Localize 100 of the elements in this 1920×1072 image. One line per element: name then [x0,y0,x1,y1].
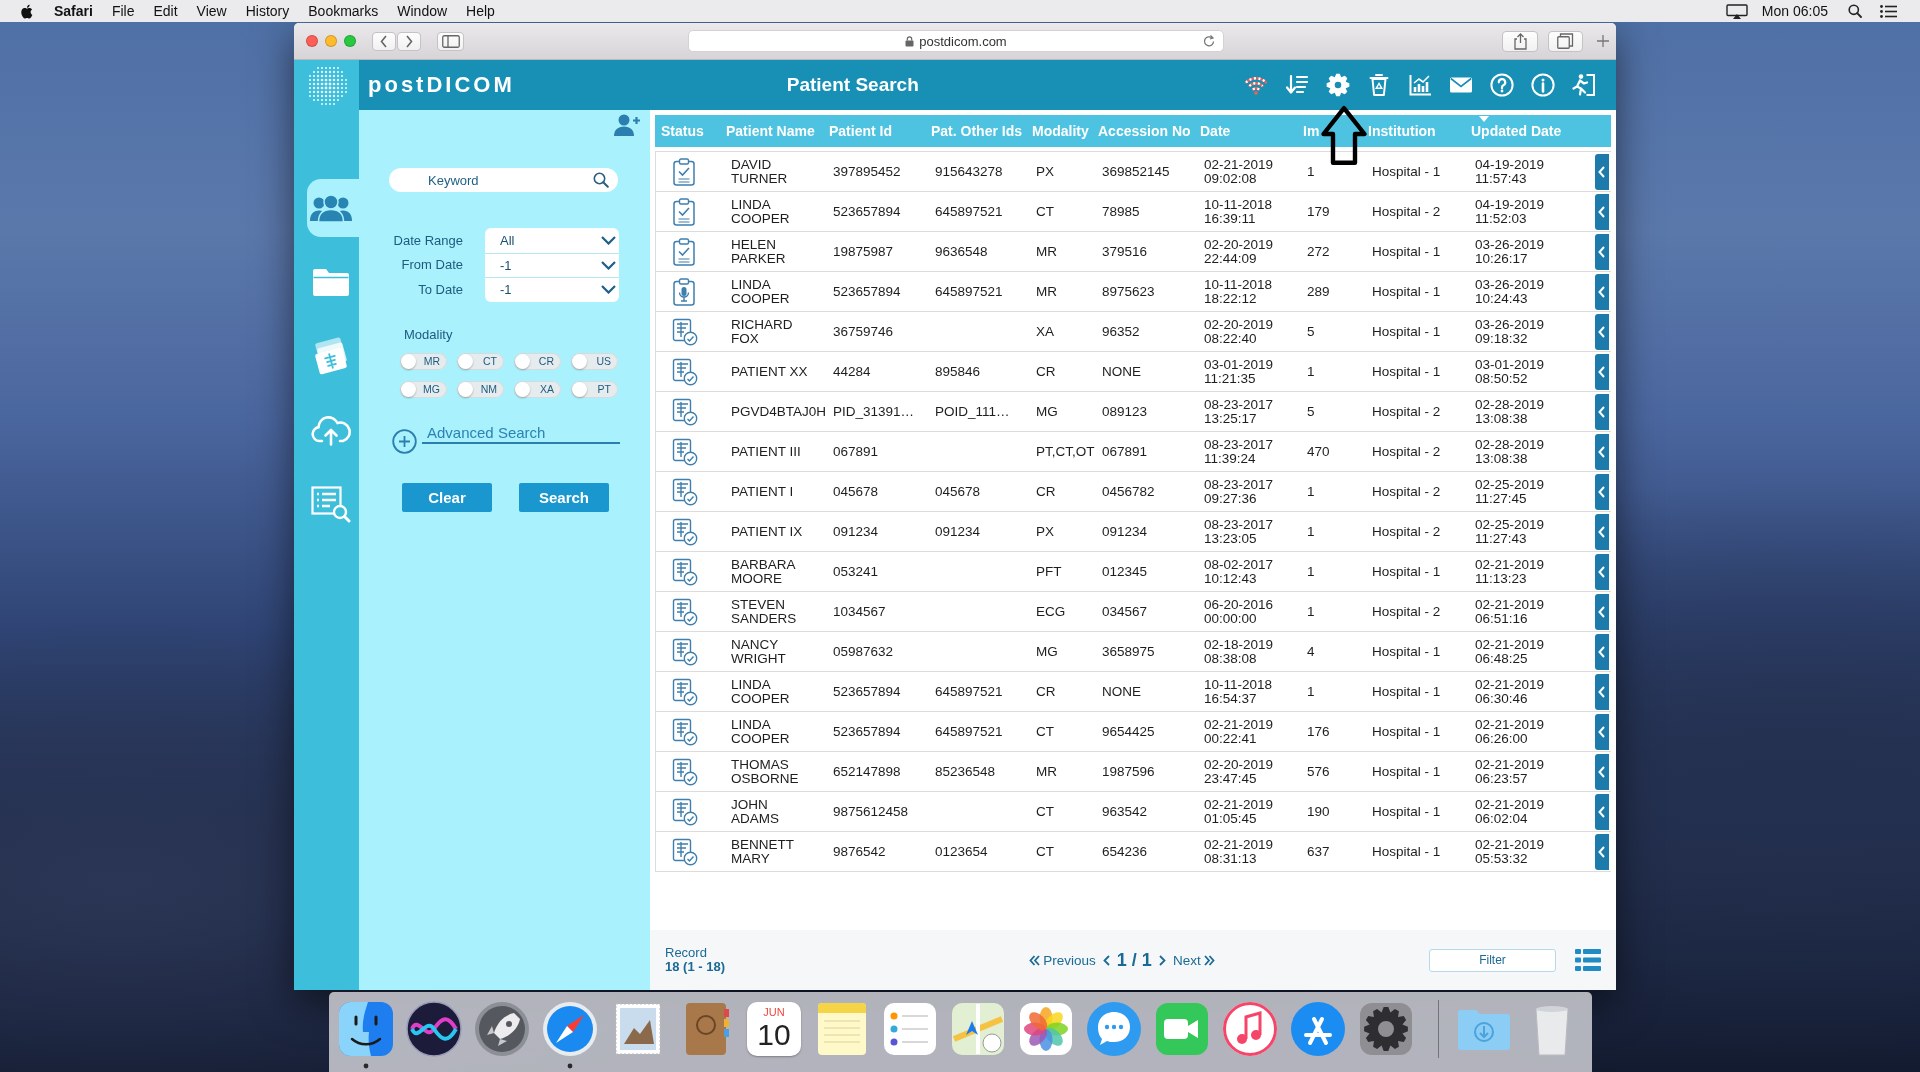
calendar-tile[interactable]: JUN 10 [744,999,804,1056]
next-page-button[interactable] [1158,954,1166,966]
previous-page-link[interactable]: Previous [1029,952,1096,968]
modality-toggle[interactable]: MR [400,352,447,370]
modality-toggle[interactable]: PT [571,380,618,398]
table-cell: 089123 [1102,404,1148,419]
table-cell-text: 02-25-2019 11:27:45 [1475,477,1546,506]
modality-toggle[interactable]: US [571,352,618,370]
menu-item[interactable]: Window [397,0,448,22]
modality-toggle[interactable]: XA [514,380,561,398]
expand-row-button[interactable] [1595,393,1609,430]
advanced-search-link[interactable]: Advanced Search [422,423,620,444]
modality-toggle[interactable]: CT [457,352,504,370]
table-cell: 895846 [935,364,981,379]
sidebar-nav-item[interactable] [307,179,359,237]
table-cell-text: 02-21-2019 11:13:23 [1475,557,1546,586]
expand-row-button[interactable] [1595,833,1609,870]
smiley-tile-icon[interactable] [336,999,396,1069]
table-cell: PT,CT,OT [1036,444,1095,459]
search-icon[interactable] [1848,4,1862,18]
expand-row-button[interactable] [1595,313,1609,350]
menu-item[interactable]: Edit [153,0,178,22]
dropdown-select[interactable]: All [485,228,619,253]
document-check-icon [672,717,698,746]
dropdown-select[interactable]: -1 [485,252,619,277]
next-page-link[interactable]: Next [1172,952,1215,968]
modality-toggle[interactable]: MG [400,380,447,398]
expand-row-button[interactable] [1595,593,1609,630]
app-menu[interactable]: Safari [54,0,93,22]
table-cell: Hospital - 2 [1372,604,1441,619]
expand-row-button[interactable] [1595,553,1609,590]
menu-clock[interactable]: Mon 06:05 [1761,0,1828,22]
rocket-icon[interactable] [472,999,532,1059]
expand-row-button[interactable] [1595,193,1609,230]
speech-bubble-icon[interactable] [1084,999,1144,1059]
expand-row-button[interactable] [1595,273,1609,310]
search-button[interactable]: Search [519,482,609,512]
menu-item[interactable]: View [196,0,227,22]
expand-row-button[interactable] [1595,633,1609,670]
search-icon[interactable] [593,172,609,188]
expand-row-button[interactable] [1595,433,1609,470]
zoom-window-button[interactable] [344,35,356,47]
expand-row-button[interactable] [1595,153,1609,190]
section-label: Modality [404,326,453,342]
chevron-left-icon [1598,245,1606,258]
exit-icon[interactable] [1572,73,1596,97]
sidebar-icon [441,34,460,48]
share-button[interactable] [1502,30,1538,52]
display-icon[interactable] [1725,3,1748,19]
recycle-bin-icon[interactable] [1367,73,1391,97]
compass-icon[interactable] [540,999,600,1069]
expand-row-button[interactable] [1595,713,1609,750]
apple-logo-icon[interactable] [21,3,33,19]
menu-item[interactable]: File [111,0,135,22]
list-icon[interactable] [1880,4,1897,18]
plus-icon [1597,35,1609,47]
prev-page-button[interactable] [1102,954,1110,966]
plus-circle-icon[interactable] [392,428,417,454]
dropdown-select[interactable]: -1 [485,277,619,302]
table-cell: 523657894 [833,204,901,219]
tabs-button[interactable] [1548,30,1583,52]
sort-icon[interactable] [1285,73,1309,97]
menu-item[interactable]: Help [466,0,495,22]
document-check-icon [672,677,698,706]
expand-row-button[interactable] [1595,673,1609,710]
table-cell: 645897521 [935,204,1003,219]
table-cell: BENNETT MARY [731,837,794,866]
info-icon[interactable] [1531,73,1555,97]
modality-toggle[interactable]: NM [457,380,504,398]
expand-row-button[interactable] [1595,753,1609,790]
menu-item[interactable]: Bookmarks [308,0,379,22]
settings-icon[interactable] [1326,73,1350,97]
filter-button[interactable]: Filter [1429,948,1556,972]
clear-button[interactable]: Clear [402,482,492,512]
bar-chart-icon[interactable] [1408,73,1432,97]
chevron-right-icon [405,34,413,48]
forward-button[interactable] [397,31,421,51]
table-cell-text: 03-26-2019 10:24:43 [1475,277,1546,306]
reload-icon[interactable] [1203,35,1215,47]
expand-row-button[interactable] [1595,473,1609,510]
help-icon[interactable] [1490,73,1514,97]
menu-item[interactable]: History [245,0,290,22]
table-cell-text: 02-25-2019 11:27:43 [1475,517,1546,546]
close-window-button[interactable] [306,35,318,47]
letter-a-icon[interactable] [1288,999,1348,1059]
keyword-search-field[interactable]: Keyword [389,168,618,192]
back-button[interactable] [372,31,396,51]
table-cell-text: 08-23-2017 13:23:05 [1204,517,1275,546]
expand-row-button[interactable] [1595,353,1609,390]
expand-row-button[interactable] [1595,233,1609,270]
address-bar[interactable]: postdicom.com [688,30,1224,52]
swirl-orb-icon[interactable] [404,999,464,1059]
list-view-icon[interactable] [1575,949,1601,971]
expand-row-button[interactable] [1595,513,1609,550]
expand-row-button[interactable] [1595,793,1609,830]
double-chevron-left-icon [1029,954,1041,966]
modality-toggle[interactable]: CR [514,352,561,370]
sidebar-button[interactable] [437,31,464,51]
add-user-icon[interactable] [614,114,640,136]
music-note-icon[interactable] [1220,999,1280,1059]
